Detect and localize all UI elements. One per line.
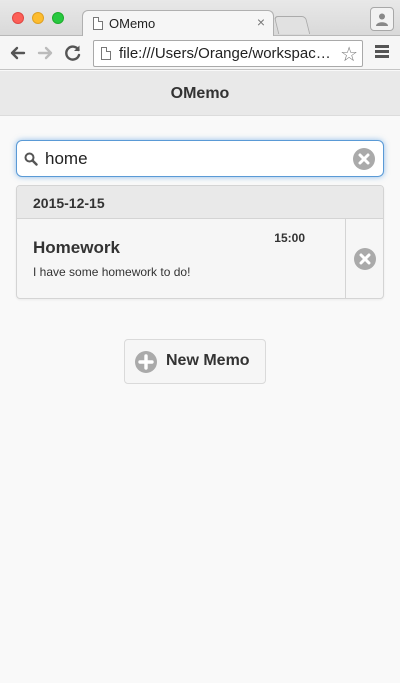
delete-memo-button[interactable]: [345, 219, 383, 298]
list-divider-date: 2015-12-15: [17, 186, 383, 219]
browser-tab[interactable]: OMemo ×: [82, 10, 274, 37]
plus-icon: [135, 351, 157, 373]
browser-toolbar: file:///Users/Orange/workspac… ☆: [0, 36, 400, 70]
clear-icon: [353, 148, 375, 170]
browser-menu-icon[interactable]: [375, 45, 389, 59]
back-button[interactable]: [7, 42, 29, 64]
memo-list: 2015-12-15 15:00 Homework I have some ho…: [16, 185, 384, 299]
new-memo-button[interactable]: New Memo: [124, 339, 266, 384]
zoom-window-button[interactable]: [52, 12, 64, 24]
search-box[interactable]: [16, 140, 384, 177]
memo-text: I have some homework to do!: [33, 265, 191, 279]
memo-time: 15:00: [274, 231, 305, 245]
back-arrow-icon: [10, 46, 26, 60]
list-item: 15:00 Homework I have some homework to d…: [17, 219, 383, 298]
delete-icon: [354, 248, 376, 270]
bookmark-star-icon[interactable]: ☆: [340, 42, 358, 67]
new-memo-label: New Memo: [166, 352, 250, 369]
clear-search-button[interactable]: [353, 148, 375, 170]
forward-button[interactable]: [34, 42, 56, 64]
address-bar[interactable]: file:///Users/Orange/workspac… ☆: [93, 40, 363, 67]
search-icon: [24, 152, 38, 166]
memo-item-link[interactable]: 15:00 Homework I have some homework to d…: [17, 219, 345, 298]
tab-title: OMemo: [109, 16, 156, 31]
close-window-button[interactable]: [12, 12, 24, 24]
app-header: OMemo: [0, 71, 400, 116]
minimize-window-button[interactable]: [32, 12, 44, 24]
search-input[interactable]: [45, 147, 345, 171]
browser-titlebar: OMemo ×: [0, 0, 400, 37]
user-icon: [376, 13, 388, 26]
memo-title: Homework: [33, 238, 120, 257]
address-text[interactable]: file:///Users/Orange/workspac…: [119, 45, 337, 62]
new-tab-button[interactable]: [273, 16, 311, 34]
reload-icon: [65, 45, 81, 61]
page-icon: [101, 47, 111, 60]
forward-arrow-icon: [37, 46, 53, 60]
page-icon: [93, 17, 103, 30]
tab-close-icon[interactable]: ×: [257, 14, 265, 30]
reload-button[interactable]: [62, 42, 84, 64]
profile-button[interactable]: [370, 7, 394, 31]
page-title: OMemo: [170, 85, 230, 102]
